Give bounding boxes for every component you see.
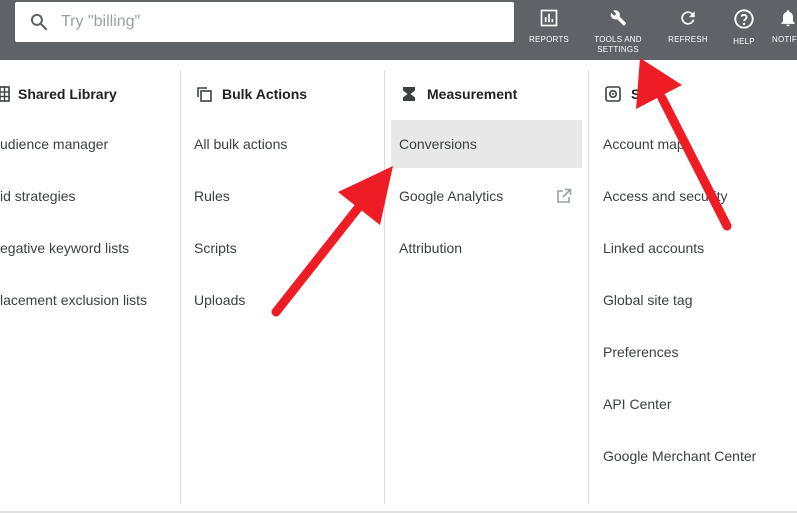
menu-item-api-center[interactable]: API Center bbox=[603, 380, 793, 428]
external-link-icon bbox=[557, 188, 572, 203]
menu-item-access-and-security[interactable]: Access and security bbox=[603, 172, 793, 220]
refresh-button[interactable]: REFRESH bbox=[666, 8, 710, 58]
tools-and-settings-label: TOOLS AND SETTINGS bbox=[594, 35, 642, 54]
setup-title: S bbox=[631, 86, 641, 102]
menu-item-negative-keyword-lists[interactable]: egative keyword lists bbox=[0, 224, 178, 272]
search-input[interactable] bbox=[61, 10, 501, 34]
help-button[interactable]: HELP bbox=[728, 8, 760, 58]
reports-icon bbox=[540, 9, 558, 27]
top-bar: REPORTS TOOLS AND SETTINGS REFRESH HELP … bbox=[0, 0, 797, 60]
shared-library-title: Shared Library bbox=[18, 86, 117, 102]
menu-item-linked-accounts[interactable]: Linked accounts bbox=[603, 224, 793, 272]
measurement-title: Measurement bbox=[427, 86, 518, 102]
reports-label: REPORTS bbox=[529, 35, 569, 44]
menu-item-scripts[interactable]: Scripts bbox=[194, 224, 380, 272]
search-box[interactable] bbox=[15, 2, 514, 42]
reports-button[interactable]: REPORTS bbox=[526, 8, 572, 58]
menu-item-google-merchant-center[interactable]: Google Merchant Center bbox=[603, 432, 793, 480]
menu-item-placement-exclusion-lists[interactable]: lacement exclusion lists bbox=[0, 276, 178, 324]
menu-item-global-site-tag[interactable]: Global site tag bbox=[603, 276, 793, 324]
menu-item-preferences[interactable]: Preferences bbox=[603, 328, 793, 376]
grid-icon bbox=[0, 86, 10, 102]
menu-item-rules[interactable]: Rules bbox=[194, 172, 380, 220]
help-label: HELP bbox=[733, 37, 755, 46]
hourglass-icon bbox=[403, 87, 415, 101]
column-divider bbox=[180, 70, 181, 504]
gear-icon bbox=[605, 86, 621, 102]
refresh-label: REFRESH bbox=[668, 35, 708, 44]
notifications-button[interactable]: NOTIFI bbox=[772, 8, 797, 58]
menu-item-conversions[interactable]: Conversions bbox=[391, 120, 582, 168]
menu-item-uploads[interactable]: Uploads bbox=[194, 276, 380, 324]
copy-icon bbox=[197, 87, 212, 102]
notifications-label: NOTIFI bbox=[772, 35, 797, 44]
column-divider bbox=[588, 70, 589, 504]
search-icon bbox=[30, 13, 48, 31]
menu-item-google-analytics[interactable]: Google Analytics bbox=[391, 172, 582, 220]
menu-item-attribution[interactable]: Attribution bbox=[391, 224, 582, 272]
menu-item-all-bulk-actions[interactable]: All bulk actions bbox=[194, 120, 380, 168]
menu-item-audience-manager[interactable]: udience manager bbox=[0, 120, 178, 168]
column-divider bbox=[384, 70, 385, 504]
bulk-actions-title: Bulk Actions bbox=[222, 86, 308, 102]
menu-item-account-map[interactable]: Account map bbox=[603, 120, 793, 168]
tools-and-settings-button[interactable]: TOOLS AND SETTINGS bbox=[590, 8, 646, 58]
help-icon bbox=[734, 9, 754, 29]
menu-item-bid-strategies[interactable]: id strategies bbox=[0, 172, 178, 220]
wrench-icon bbox=[610, 10, 627, 26]
notifications-icon bbox=[781, 10, 795, 27]
refresh-icon bbox=[681, 11, 695, 25]
google-analytics-label: Google Analytics bbox=[399, 188, 504, 204]
